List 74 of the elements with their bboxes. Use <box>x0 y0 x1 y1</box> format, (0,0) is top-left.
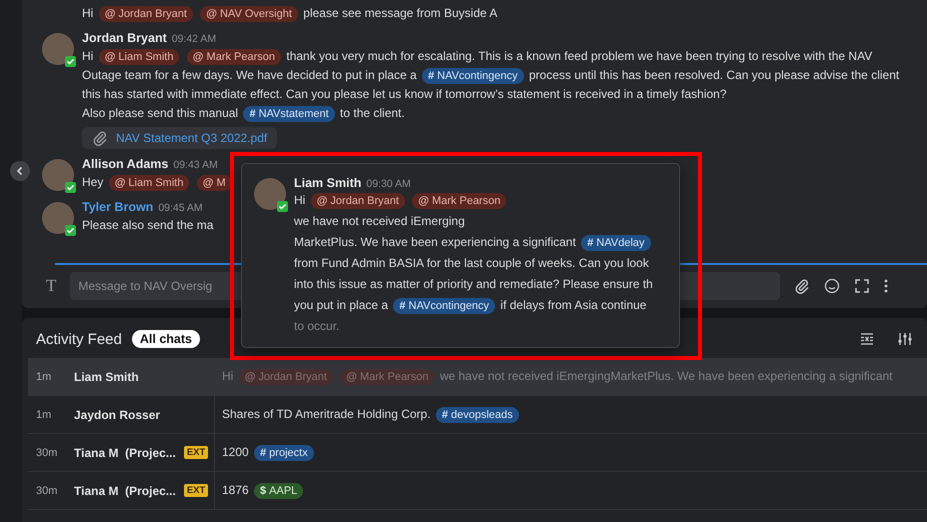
external-badge: EXT <box>184 446 208 459</box>
file-attachment[interactable]: NAV Statement Q3 2022.pdf <box>82 127 278 149</box>
message-text: Please also send the ma <box>82 217 214 234</box>
sender-name: Tiana M (Projec... <box>74 446 176 460</box>
sender-name: Jaydon Rosser <box>74 408 160 422</box>
message-time: 09:30 AM <box>366 178 411 190</box>
collapse-rows-button[interactable] <box>859 331 875 347</box>
mention-tag[interactable]: @ M <box>196 175 232 191</box>
author-name: Liam Smith <box>294 176 362 190</box>
row-time: 30m <box>35 446 58 458</box>
author-name: Jordan Bryant <box>82 31 167 45</box>
message-text: to occur. <box>294 318 340 335</box>
mention-tag[interactable]: @ Mark Pearson <box>412 193 506 209</box>
vertical-dots-icon <box>884 279 888 293</box>
message-text: Hey @ Liam Smith @ M <box>82 173 234 192</box>
message-preview-text: Shares of TD Ameritrade Holding Corp. # devopsleads <box>222 406 521 422</box>
chevron-left-icon <box>16 166 24 176</box>
row-time: 30m <box>35 484 58 496</box>
collapse-button[interactable] <box>10 161 30 181</box>
feed-row[interactable]: 30m Tiana M (Projec... EXT 1876 $ AAPL <box>28 472 927 510</box>
avatar <box>42 159 74 191</box>
mention-tag[interactable]: @ Jordan Bryant <box>310 193 405 209</box>
message-text: Hi @ Liam Smith @ Mark Pearson thank you very much for escalating. This is a known feed problem we have been trying to resolve with the NAV Outage team for a few days. We have decided to put in place a # NAVcontingency process until this has been resolved. Can you please advise the client this has started with immediate effect. Can you please let us know if tomorrow’s statement is received in a timely fashion? Also please send this manual # NAVstatement to the client. <box>82 48 900 123</box>
format-text-button[interactable]: T <box>42 276 56 296</box>
message-time: 09:45 AM <box>158 202 203 214</box>
message-text: you put in place a # NAVcontingency if delays from Asia continue <box>294 297 648 314</box>
avatar <box>42 202 74 234</box>
sender-name: Liam Smith <box>74 370 139 384</box>
channel-tag[interactable]: # NAVcontingency <box>393 298 496 314</box>
message-preview-text: Hi @ Jordan Bryant @ Mark Pearson we have not received iEmergingMarketPlus. We have been experiencing a significant <box>222 368 893 384</box>
paperclip-icon <box>794 278 810 294</box>
sender-name: Tiana M (Projec... <box>74 484 176 498</box>
feed-row[interactable]: 1m Jaydon Rosser Shares of TD Ameritrade Holding Corp. # devopsleads <box>28 396 927 434</box>
message-preview-text: 1876 $ AAPL <box>222 482 306 498</box>
mention-tag[interactable]: @ Mark Pearson <box>186 49 282 65</box>
more-options-button[interactable] <box>884 279 888 293</box>
message-text: we have not received iEmerging <box>294 213 466 230</box>
channel-tag[interactable]: # projectx <box>254 444 314 460</box>
mention-tag[interactable]: @ Liam Smith <box>98 49 180 65</box>
feed-row[interactable]: 30m Tiana M (Projec... EXT 1200 # projectx <box>28 434 927 472</box>
channel-tag[interactable]: # NAVdelay <box>581 235 651 251</box>
message-text: into this issue as matter of priority and remediate? Please ensure th <box>294 276 653 293</box>
author-name: Allison Adams <box>82 157 168 171</box>
avatar <box>42 33 74 65</box>
ticker-tag[interactable]: $ AAPL <box>254 482 304 498</box>
row-time: 1m <box>35 370 52 382</box>
avatar <box>254 178 286 210</box>
channel-tag[interactable]: # devopsleads <box>436 406 519 422</box>
fullscreen-icon <box>854 278 870 294</box>
expand-button[interactable] <box>854 278 870 294</box>
channel-tag[interactable]: # NAVstatement <box>243 106 335 122</box>
message-text: Hi @ Jordan Bryant @ NAV Oversight please see message from Buyside A <box>82 5 498 23</box>
message-text: Hi @ Jordan Bryant @ Mark Pearson <box>294 192 653 209</box>
panel-title: Activity Feed <box>36 330 122 348</box>
external-badge: EXT <box>184 484 208 497</box>
emoji-button[interactable] <box>824 278 840 294</box>
author-name[interactable]: Tyler Brown <box>82 200 154 214</box>
message-preview-text: 1200 # projectx <box>222 444 316 460</box>
smiley-icon <box>824 278 840 294</box>
message-text: from Fund Admin BASIA for the last couple of weeks. Can you look <box>294 255 650 272</box>
filter-settings-button[interactable] <box>897 331 913 347</box>
paperclip-icon <box>92 130 108 146</box>
mention-tag[interactable]: @ Liam Smith <box>108 175 190 191</box>
row-time: 1m <box>35 408 52 420</box>
attach-button[interactable] <box>794 278 810 294</box>
sliders-icon <box>897 331 913 347</box>
message-text: MarketPlus. We have been experiencing a significant # NAVdelay <box>294 234 653 251</box>
message-time: 09:42 AM <box>172 33 216 45</box>
message-time: 09:43 AM <box>173 159 218 171</box>
mention-tag[interactable]: @ NAV Oversight <box>200 6 298 22</box>
filter-chip[interactable]: All chats <box>132 330 200 348</box>
rows-icon <box>859 331 875 347</box>
channel-tag[interactable]: # NAVcontingency <box>422 68 524 84</box>
mention-tag[interactable]: @ Jordan Bryant <box>98 6 193 22</box>
